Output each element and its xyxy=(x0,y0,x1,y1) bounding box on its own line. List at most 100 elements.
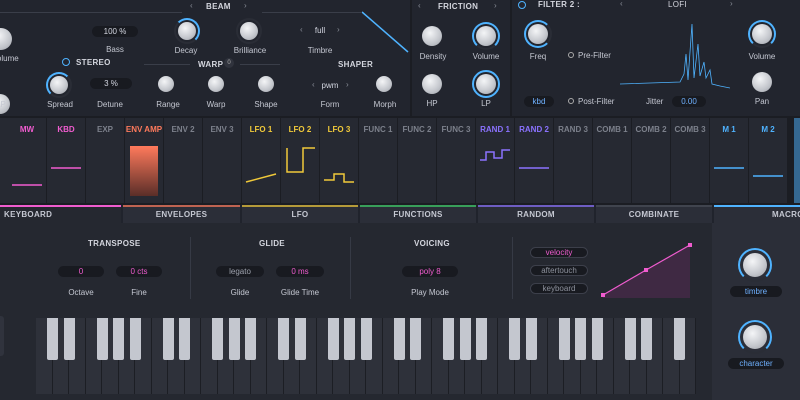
piano-black-key[interactable] xyxy=(113,318,124,360)
modulator-comb-3[interactable]: COMB 3 xyxy=(671,118,710,203)
glide-value[interactable]: legato xyxy=(216,266,264,277)
piano-black-key[interactable] xyxy=(459,318,471,360)
piano-black-key[interactable] xyxy=(360,318,372,360)
modulator-func-2[interactable]: FUNC 2 xyxy=(398,118,437,203)
tab-macro[interactable]: MACRO xyxy=(714,205,800,223)
range-knob[interactable] xyxy=(158,76,174,92)
piano-black-key[interactable] xyxy=(344,318,355,360)
character-macro-label[interactable]: character xyxy=(728,358,784,369)
piano-black-key[interactable] xyxy=(63,318,75,360)
modulator-env-amp[interactable]: ENV AMP xyxy=(125,118,164,203)
piano-black-key[interactable] xyxy=(509,318,520,360)
brilliance-knob[interactable] xyxy=(240,22,258,40)
modulator-lfo-1[interactable]: LFO 1 xyxy=(242,118,281,203)
glide-time-value[interactable]: 0 ms xyxy=(276,266,324,277)
decay-knob[interactable] xyxy=(178,22,196,40)
friction-prev-arrow[interactable]: ‹ xyxy=(418,1,421,10)
piano-black-key[interactable] xyxy=(96,318,108,360)
friction-lp-knob[interactable] xyxy=(476,74,496,94)
piano-black-key[interactable] xyxy=(179,318,190,360)
piano-black-key[interactable] xyxy=(393,318,405,360)
piano-black-key[interactable] xyxy=(327,318,339,360)
piano-black-key[interactable] xyxy=(558,318,570,360)
hp-knob[interactable] xyxy=(422,74,442,94)
bass-value[interactable]: 100 % xyxy=(92,26,138,37)
freq-knob[interactable] xyxy=(528,24,548,44)
piano-black-key[interactable] xyxy=(575,318,586,360)
modulator-func-3[interactable]: FUNC 3 xyxy=(437,118,476,203)
warp-knob[interactable] xyxy=(208,76,224,92)
timbre-next-arrow[interactable]: › xyxy=(337,25,340,34)
piano-black-key[interactable] xyxy=(228,318,240,360)
velocity-option[interactable]: velocity xyxy=(530,247,588,258)
modulator-rand-1[interactable]: RAND 1 xyxy=(476,118,515,203)
aftertouch-option[interactable]: aftertouch xyxy=(530,265,588,276)
character-macro-knob[interactable] xyxy=(743,325,767,349)
octave-value[interactable]: 0 xyxy=(58,266,104,277)
friction-volume-knob[interactable] xyxy=(476,26,496,46)
jitter-value[interactable]: 0.00 xyxy=(672,96,706,107)
modulator-comb-2[interactable]: COMB 2 xyxy=(632,118,671,203)
piano-keyboard[interactable] xyxy=(36,318,696,394)
piano-black-key[interactable] xyxy=(591,318,603,360)
postfilter-radio[interactable] xyxy=(568,98,574,104)
piano-black-key[interactable] xyxy=(47,318,58,360)
tab-random[interactable]: RANDOM xyxy=(478,205,594,223)
piano-black-key[interactable] xyxy=(212,318,223,360)
timbre-macro-label[interactable]: timbre xyxy=(730,286,782,297)
modulator-rand-2[interactable]: RAND 2 xyxy=(515,118,554,203)
pan-knob[interactable] xyxy=(752,72,772,92)
timbre-prev-arrow[interactable]: ‹ xyxy=(300,25,303,34)
morph-knob[interactable] xyxy=(376,76,392,92)
modulator-lfo-2[interactable]: LFO 2 xyxy=(281,118,320,203)
spread-knob[interactable] xyxy=(50,76,68,94)
form-next-arrow[interactable]: › xyxy=(346,80,349,89)
filter2-power-icon[interactable] xyxy=(518,1,526,9)
modulator-func-1[interactable]: FUNC 1 xyxy=(359,118,398,203)
modulator-env-3[interactable]: ENV 3 xyxy=(203,118,242,203)
form-value[interactable]: pwm xyxy=(316,80,344,91)
piano-black-key[interactable] xyxy=(476,318,487,360)
velocity-curve[interactable] xyxy=(598,240,694,300)
modulator-rand-3[interactable]: RAND 3 xyxy=(554,118,593,203)
piano-black-key[interactable] xyxy=(674,318,685,360)
keyboard-option[interactable]: keyboard xyxy=(530,283,588,294)
piano-black-key[interactable] xyxy=(278,318,289,360)
beam-next-arrow[interactable]: › xyxy=(244,1,247,10)
piano-black-key[interactable] xyxy=(443,318,454,360)
modulator-m-1[interactable]: M 1 xyxy=(710,118,749,203)
friction-next-arrow[interactable]: › xyxy=(494,1,497,10)
beam-prev-arrow[interactable]: ‹ xyxy=(190,1,193,10)
prefilter-radio[interactable] xyxy=(568,52,574,58)
piano-black-key[interactable] xyxy=(245,318,256,360)
filter2-type[interactable]: LOFI xyxy=(668,0,687,9)
piano-black-key[interactable] xyxy=(129,318,141,360)
tab-functions[interactable]: FUNCTIONS xyxy=(360,205,476,223)
piano-black-key[interactable] xyxy=(162,318,174,360)
timbre-macro-knob[interactable] xyxy=(743,253,767,277)
tab-combinate[interactable]: COMBINATE xyxy=(596,205,712,223)
timbre-value[interactable]: full xyxy=(306,25,334,36)
tab-lfo[interactable]: LFO xyxy=(242,205,358,223)
modulator-mw[interactable]: MW xyxy=(8,118,47,203)
density-knob[interactable] xyxy=(422,26,442,46)
form-prev-arrow[interactable]: ‹ xyxy=(312,80,315,89)
modulator-comb-1[interactable]: COMB 1 xyxy=(593,118,632,203)
tab-keyboard[interactable]: KEYBOARD xyxy=(0,205,121,223)
left-side-control[interactable] xyxy=(0,316,4,356)
modulator-env-2[interactable]: ENV 2 xyxy=(164,118,203,203)
shape-knob[interactable] xyxy=(258,76,274,92)
piano-black-key[interactable] xyxy=(641,318,652,360)
piano-black-key[interactable] xyxy=(294,318,306,360)
filter-volume-knob[interactable] xyxy=(752,24,772,44)
tab-envelopes[interactable]: ENVELOPES xyxy=(123,205,240,223)
modulator-exp[interactable]: EXP xyxy=(86,118,125,203)
piano-black-key[interactable] xyxy=(410,318,421,360)
play-mode-value[interactable]: poly 8 xyxy=(402,266,458,277)
modulator-m-2[interactable]: M 2 xyxy=(749,118,788,203)
modulator-lfo-3[interactable]: LFO 3 xyxy=(320,118,359,203)
filter2-prev-arrow[interactable]: ‹ xyxy=(620,0,623,8)
modulator-kbd[interactable]: KBD xyxy=(47,118,86,203)
fine-value[interactable]: 0 cts xyxy=(116,266,162,277)
stereo-power-icon[interactable] xyxy=(62,58,70,66)
